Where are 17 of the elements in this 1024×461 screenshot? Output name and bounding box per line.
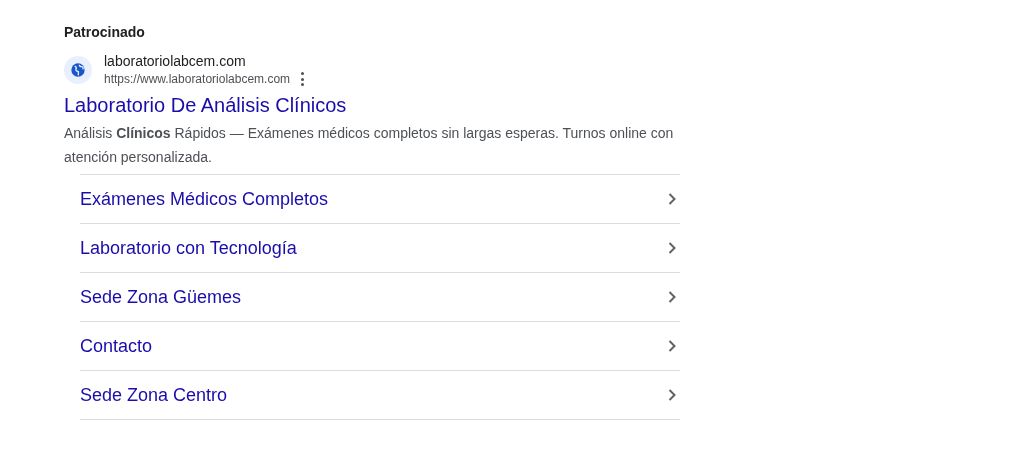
sitelink[interactable]: Exámenes Médicos Completos [80,175,680,224]
sitelink[interactable]: Sede Zona Güemes [80,273,680,322]
site-url: https://www.laboratoriolabcem.com [104,71,291,88]
sponsored-label: Patrocinado [64,24,146,40]
chevron-right-icon [668,291,676,303]
site-name: laboratoriolabcem.com [104,52,247,70]
chevron-right-icon [668,389,676,401]
sitelink[interactable]: Contacto [80,322,680,371]
ad-description: Análisis Clínicos Rápidos — Exámenes médicos completos sin largas esperas. Turnos online con atención personalizada. [64,124,675,167]
chevron-right-icon [668,340,676,352]
chevron-right-icon [668,193,676,205]
more-options-icon[interactable] [300,72,305,86]
chevron-right-icon [668,242,676,254]
sitelink[interactable]: Laboratorio con Tecnología [80,224,680,273]
sitelink[interactable]: Sede Zona Centro [80,371,680,420]
globe-icon [64,56,92,84]
ad-title-link[interactable]: Laboratorio De Análisis Clínicos [64,92,680,118]
